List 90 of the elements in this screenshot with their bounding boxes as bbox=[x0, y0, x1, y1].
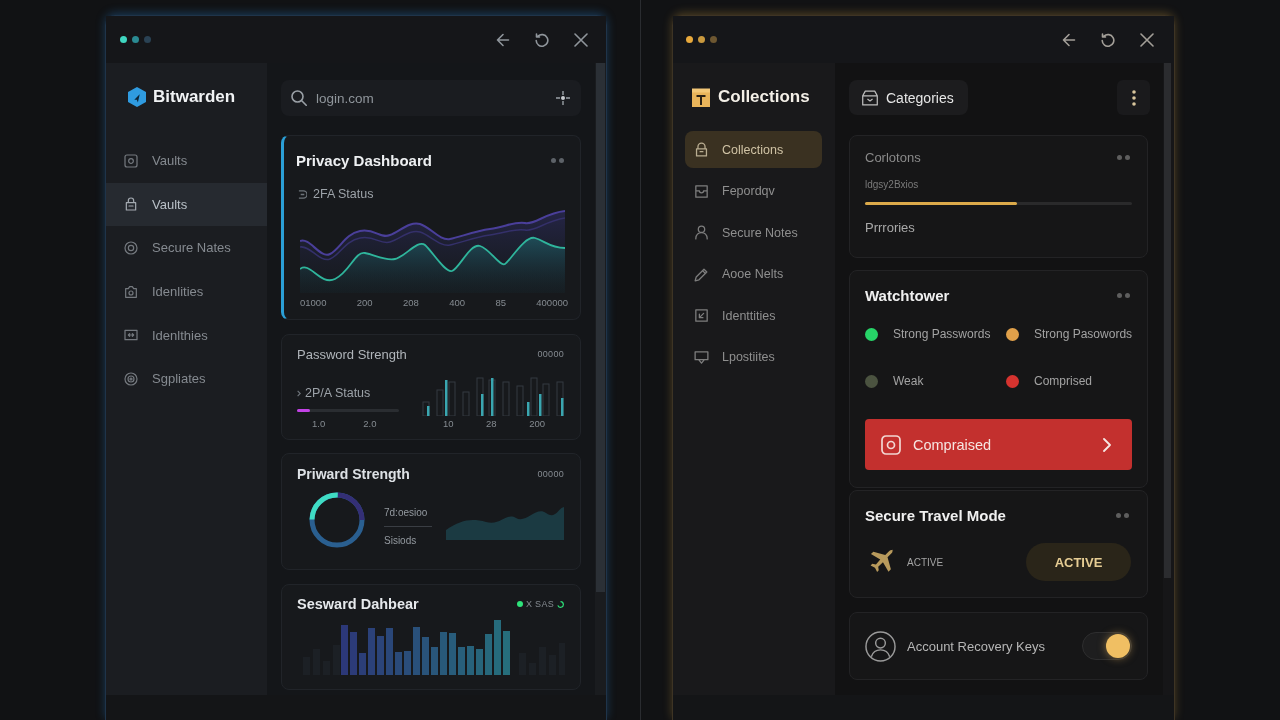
sidebar-item[interactable]: Aooe Nelts bbox=[685, 255, 822, 293]
person-icon bbox=[693, 224, 710, 242]
sidebar-item[interactable]: Collections bbox=[685, 131, 822, 168]
scrollbar[interactable] bbox=[596, 63, 605, 592]
legend-label: Strong Passwords bbox=[893, 327, 991, 341]
axis-label: 200 bbox=[356, 297, 373, 309]
ring-icon bbox=[557, 600, 564, 608]
hexagon-logo-icon bbox=[128, 87, 146, 107]
card-text: Prrrories bbox=[865, 219, 916, 237]
axis-label: 2.0 bbox=[363, 418, 377, 430]
axis-label: 200 bbox=[529, 418, 545, 430]
window-dots-icon bbox=[120, 36, 151, 43]
card-meta: 00000 bbox=[537, 349, 564, 359]
axis-label: 28 bbox=[486, 418, 497, 430]
axis-label: 10 bbox=[443, 418, 454, 430]
status-dot-icon bbox=[517, 601, 523, 607]
more-icon[interactable] bbox=[1116, 512, 1129, 518]
legend-label: Comprised bbox=[1034, 374, 1093, 388]
sidebar-item[interactable]: Secure Nates bbox=[106, 226, 267, 270]
card-subtitle: 2FA Status bbox=[313, 187, 374, 201]
sidebar-item[interactable]: Sgpliates bbox=[106, 356, 267, 401]
status-button[interactable]: ACTIVE bbox=[1026, 543, 1131, 581]
arrow-box-icon bbox=[693, 307, 710, 325]
kebab-icon bbox=[1131, 89, 1136, 106]
axis-label: 208 bbox=[402, 297, 419, 309]
card-title: Privacy Dashboard bbox=[296, 151, 432, 169]
chart-caption: 7d:oesioo bbox=[384, 506, 428, 520]
alert-button[interactable]: Compraised bbox=[865, 419, 1132, 470]
refresh-icon[interactable] bbox=[535, 32, 549, 47]
user-icon bbox=[865, 630, 896, 662]
target-icon bbox=[123, 370, 139, 387]
sidebar-item[interactable]: Vaults bbox=[106, 182, 267, 227]
search-field[interactable]: login.com bbox=[281, 80, 581, 116]
axis-label: 400000 bbox=[536, 297, 568, 309]
card-title: Sesward Dahbear bbox=[297, 596, 419, 612]
axis-label: 01000 bbox=[300, 297, 327, 309]
sidebar-item[interactable]: Fepordqv bbox=[685, 172, 822, 210]
sidebar-item[interactable]: Vaults bbox=[106, 139, 267, 183]
lock-icon bbox=[693, 141, 710, 158]
status-text: 2P/A Status bbox=[305, 386, 371, 400]
more-icon[interactable] bbox=[1117, 292, 1130, 298]
airplane-icon bbox=[869, 549, 895, 575]
box-logo-icon bbox=[692, 87, 710, 107]
ring-icon bbox=[123, 240, 139, 256]
donut-chart bbox=[309, 492, 365, 548]
sidebar-item[interactable]: Idenlities bbox=[106, 269, 267, 314]
refresh-icon[interactable] bbox=[1101, 32, 1115, 47]
card-title: Priward Strength bbox=[297, 466, 410, 482]
card-caption: ldgsy2Bxios bbox=[865, 178, 920, 192]
axis-label: 400 bbox=[449, 297, 466, 309]
back-icon[interactable] bbox=[1062, 32, 1076, 47]
status-text: ACTIVE bbox=[907, 556, 944, 568]
brand-name: Collections bbox=[718, 87, 810, 107]
axis-label: 85 bbox=[495, 297, 506, 309]
lock-icon bbox=[123, 196, 139, 213]
legend-label: Strong Pasowords bbox=[1034, 327, 1133, 341]
axis-label: 1.0 bbox=[312, 418, 326, 430]
sidebar-item[interactable]: Identtities bbox=[685, 297, 822, 335]
more-button[interactable] bbox=[1117, 80, 1150, 115]
brand-name: Bitwarden bbox=[153, 87, 236, 107]
chart-caption: Sisiods bbox=[384, 534, 417, 548]
camera-icon bbox=[123, 283, 139, 300]
card-title: Corlotons bbox=[865, 149, 921, 165]
sidebar-item[interactable]: Lpostiites bbox=[685, 338, 822, 376]
scrollbar[interactable] bbox=[1164, 63, 1171, 578]
speech-bubble-icon bbox=[693, 348, 710, 366]
close-icon[interactable] bbox=[1140, 32, 1154, 47]
toggle-switch[interactable] bbox=[1082, 632, 1132, 660]
card-title: Secure Travel Mode bbox=[865, 506, 1006, 524]
bracket-icon bbox=[298, 189, 307, 199]
categories-button[interactable]: Categories bbox=[849, 80, 968, 115]
legend-label: Weak bbox=[893, 374, 924, 388]
window-dots-icon bbox=[686, 36, 717, 43]
chevron-icon bbox=[297, 389, 301, 397]
card-title: Password Strength bbox=[297, 346, 407, 362]
back-icon[interactable] bbox=[496, 32, 510, 47]
card-title: Watchtower bbox=[865, 286, 950, 304]
inbox-icon bbox=[693, 182, 710, 200]
sidebar-item[interactable]: Secure Notes bbox=[685, 214, 822, 252]
more-icon[interactable] bbox=[551, 157, 564, 163]
close-icon[interactable] bbox=[574, 32, 588, 47]
more-icon[interactable] bbox=[1117, 154, 1130, 160]
chevron-right-icon bbox=[1103, 437, 1111, 452]
status-text: X SAS bbox=[526, 599, 554, 609]
box-icon bbox=[861, 89, 879, 106]
crosshair-icon[interactable] bbox=[556, 91, 570, 105]
sidebar-item[interactable]: Idenlthies bbox=[106, 313, 267, 357]
search-icon bbox=[291, 90, 307, 106]
setting-label: Account Recovery Keys bbox=[907, 638, 1045, 654]
card-meta: 00000 bbox=[537, 469, 564, 479]
